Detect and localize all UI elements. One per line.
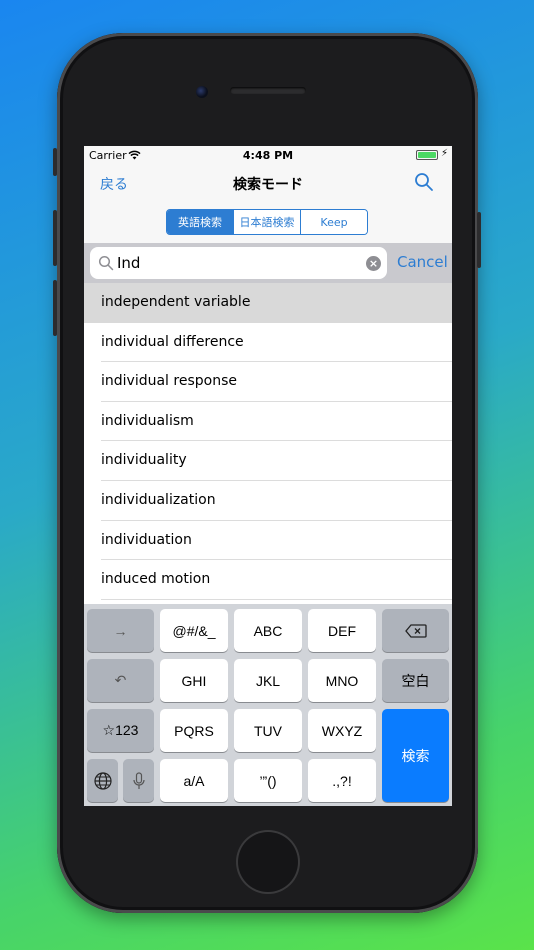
charging-icon: ⚡	[440, 148, 448, 159]
battery-icon	[416, 150, 438, 160]
cancel-button[interactable]: Cancel	[397, 253, 448, 271]
list-item[interactable]: individualization	[84, 480, 452, 521]
list-item-label: individuation	[101, 531, 192, 548]
segment-english-search[interactable]: 英語検索	[167, 210, 234, 234]
power-button	[477, 212, 481, 268]
search-bar: Ind × Cancel	[84, 243, 452, 283]
list-item[interactable]: individuation	[84, 520, 452, 561]
page-title: 検索モード	[233, 177, 303, 193]
clear-icon[interactable]: ×	[366, 256, 381, 271]
globe-icon	[93, 771, 112, 790]
app-screen: Carrier 4:48 PM ⚡ 戻る 検索モード 英語検索 日本語検索 Ke…	[84, 146, 452, 806]
mic-key[interactable]	[123, 759, 154, 802]
wxyz-key[interactable]: WXYZ	[308, 709, 376, 752]
search-mode-segmented-control: 英語検索 日本語検索 Keep	[166, 209, 368, 235]
search-input[interactable]: Ind ×	[90, 247, 387, 279]
search-key[interactable]: 検索	[382, 709, 449, 802]
list-item[interactable]: individual difference	[84, 322, 452, 363]
status-bar: Carrier 4:48 PM ⚡	[84, 146, 452, 164]
symbols-key[interactable]: @#/&_	[160, 609, 228, 652]
mno-key[interactable]: MNO	[308, 659, 376, 702]
list-item-label: individuality	[101, 452, 187, 469]
pqrs-key[interactable]: PQRS	[160, 709, 228, 752]
mic-icon	[132, 771, 145, 789]
undo-key[interactable]: ↶	[87, 659, 154, 702]
status-time: 4:48 PM	[242, 149, 294, 162]
magnifier-icon	[98, 255, 114, 271]
volume-down-button	[53, 280, 57, 336]
volume-up-button	[53, 210, 57, 266]
tuv-key[interactable]: TUV	[234, 709, 302, 752]
delete-key[interactable]	[382, 609, 449, 652]
ghi-key[interactable]: GHI	[160, 659, 228, 702]
list-item-label: individual response	[101, 373, 237, 390]
delete-icon	[404, 623, 427, 638]
space-key[interactable]: 空白	[382, 659, 449, 702]
keyboard: → @#/&_ ABC DEF ↶ GHI JKL MNO 空白 ☆123 PQ…	[84, 604, 452, 806]
list-item-label: independent variable	[101, 294, 251, 310]
jkl-key[interactable]: JKL	[234, 659, 302, 702]
list-item[interactable]: individualism	[84, 401, 452, 442]
camera-icon	[196, 86, 208, 98]
list-item-label: individual difference	[101, 333, 244, 350]
list-item-label: induced motion	[101, 571, 211, 588]
segment-japanese-search[interactable]: 日本語検索	[234, 210, 301, 234]
def-key[interactable]: DEF	[308, 609, 376, 652]
list-item[interactable]: individual response	[84, 362, 452, 402]
results-list: independent variable individual differen…	[84, 283, 452, 600]
home-button[interactable]	[238, 832, 298, 892]
abc-key[interactable]: ABC	[234, 609, 302, 652]
search-input-value: Ind	[117, 254, 141, 272]
numbers-key[interactable]: ☆123	[87, 709, 154, 752]
globe-key[interactable]	[87, 759, 118, 802]
next-key[interactable]: →	[87, 609, 154, 652]
navigation-bar: 戻る 検索モード 英語検索 日本語検索 Keep	[84, 164, 452, 243]
list-item-label: individualization	[101, 491, 216, 508]
speaker-grille	[230, 87, 306, 94]
list-item[interactable]: independent variable	[84, 283, 452, 323]
segment-keep[interactable]: Keep	[301, 210, 367, 234]
list-item[interactable]: induced motion	[84, 560, 452, 600]
mute-switch	[53, 148, 57, 176]
search-icon[interactable]	[414, 172, 434, 192]
list-item[interactable]: individuality	[84, 441, 452, 481]
punctuation-key[interactable]: .,?!	[308, 759, 376, 802]
list-item-label: individualism	[101, 412, 194, 429]
case-toggle-key[interactable]: a/A	[160, 759, 228, 802]
quotes-key[interactable]: ’”()	[234, 759, 302, 802]
